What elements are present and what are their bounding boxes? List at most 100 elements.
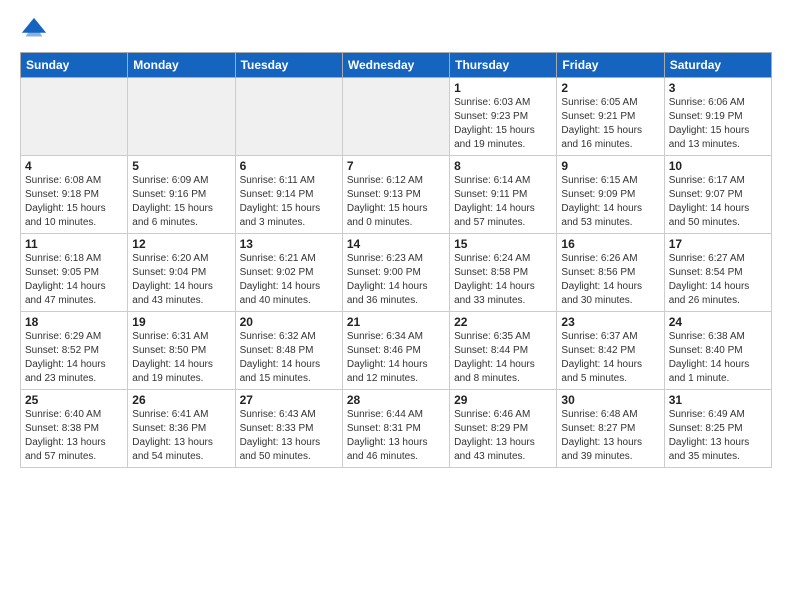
calendar-cell — [235, 78, 342, 156]
day-number: 23 — [561, 315, 659, 329]
day-number: 13 — [240, 237, 338, 251]
day-info: Sunrise: 6:06 AM Sunset: 9:19 PM Dayligh… — [669, 96, 767, 152]
day-number: 15 — [454, 237, 552, 251]
weekday-header-thursday: Thursday — [450, 53, 557, 78]
day-info: Sunrise: 6:37 AM Sunset: 8:42 PM Dayligh… — [561, 330, 659, 386]
calendar-cell: 21Sunrise: 6:34 AM Sunset: 8:46 PM Dayli… — [342, 312, 449, 390]
weekday-header-tuesday: Tuesday — [235, 53, 342, 78]
day-info: Sunrise: 6:23 AM Sunset: 9:00 PM Dayligh… — [347, 252, 445, 308]
day-number: 30 — [561, 393, 659, 407]
calendar-cell: 31Sunrise: 6:49 AM Sunset: 8:25 PM Dayli… — [664, 390, 771, 468]
calendar-cell: 7Sunrise: 6:12 AM Sunset: 9:13 PM Daylig… — [342, 156, 449, 234]
day-info: Sunrise: 6:41 AM Sunset: 8:36 PM Dayligh… — [132, 408, 230, 464]
week-row-4: 18Sunrise: 6:29 AM Sunset: 8:52 PM Dayli… — [21, 312, 772, 390]
calendar-cell: 16Sunrise: 6:26 AM Sunset: 8:56 PM Dayli… — [557, 234, 664, 312]
day-number: 16 — [561, 237, 659, 251]
calendar-cell: 4Sunrise: 6:08 AM Sunset: 9:18 PM Daylig… — [21, 156, 128, 234]
day-number: 12 — [132, 237, 230, 251]
day-info: Sunrise: 6:14 AM Sunset: 9:11 PM Dayligh… — [454, 174, 552, 230]
day-number: 19 — [132, 315, 230, 329]
day-info: Sunrise: 6:46 AM Sunset: 8:29 PM Dayligh… — [454, 408, 552, 464]
day-info: Sunrise: 6:24 AM Sunset: 8:58 PM Dayligh… — [454, 252, 552, 308]
weekday-header-friday: Friday — [557, 53, 664, 78]
calendar-cell: 25Sunrise: 6:40 AM Sunset: 8:38 PM Dayli… — [21, 390, 128, 468]
logo-area — [20, 16, 50, 44]
calendar-cell: 10Sunrise: 6:17 AM Sunset: 9:07 PM Dayli… — [664, 156, 771, 234]
day-info: Sunrise: 6:40 AM Sunset: 8:38 PM Dayligh… — [25, 408, 123, 464]
calendar-cell: 9Sunrise: 6:15 AM Sunset: 9:09 PM Daylig… — [557, 156, 664, 234]
day-info: Sunrise: 6:35 AM Sunset: 8:44 PM Dayligh… — [454, 330, 552, 386]
calendar-cell: 22Sunrise: 6:35 AM Sunset: 8:44 PM Dayli… — [450, 312, 557, 390]
day-number: 20 — [240, 315, 338, 329]
weekday-header-sunday: Sunday — [21, 53, 128, 78]
calendar-cell: 1Sunrise: 6:03 AM Sunset: 9:23 PM Daylig… — [450, 78, 557, 156]
calendar-cell: 26Sunrise: 6:41 AM Sunset: 8:36 PM Dayli… — [128, 390, 235, 468]
week-row-1: 1Sunrise: 6:03 AM Sunset: 9:23 PM Daylig… — [21, 78, 772, 156]
day-info: Sunrise: 6:38 AM Sunset: 8:40 PM Dayligh… — [669, 330, 767, 386]
calendar-cell — [342, 78, 449, 156]
day-number: 10 — [669, 159, 767, 173]
calendar-table: SundayMondayTuesdayWednesdayThursdayFrid… — [20, 52, 772, 468]
day-number: 11 — [25, 237, 123, 251]
calendar-cell — [21, 78, 128, 156]
day-info: Sunrise: 6:17 AM Sunset: 9:07 PM Dayligh… — [669, 174, 767, 230]
logo-icon — [20, 16, 48, 44]
calendar-cell: 11Sunrise: 6:18 AM Sunset: 9:05 PM Dayli… — [21, 234, 128, 312]
day-number: 26 — [132, 393, 230, 407]
day-info: Sunrise: 6:29 AM Sunset: 8:52 PM Dayligh… — [25, 330, 123, 386]
weekday-header-saturday: Saturday — [664, 53, 771, 78]
weekday-header-wednesday: Wednesday — [342, 53, 449, 78]
day-number: 7 — [347, 159, 445, 173]
day-info: Sunrise: 6:27 AM Sunset: 8:54 PM Dayligh… — [669, 252, 767, 308]
day-number: 3 — [669, 81, 767, 95]
day-number: 8 — [454, 159, 552, 173]
day-number: 24 — [669, 315, 767, 329]
day-number: 9 — [561, 159, 659, 173]
day-number: 14 — [347, 237, 445, 251]
day-number: 31 — [669, 393, 767, 407]
calendar-cell: 18Sunrise: 6:29 AM Sunset: 8:52 PM Dayli… — [21, 312, 128, 390]
day-info: Sunrise: 6:49 AM Sunset: 8:25 PM Dayligh… — [669, 408, 767, 464]
day-info: Sunrise: 6:18 AM Sunset: 9:05 PM Dayligh… — [25, 252, 123, 308]
calendar-cell: 23Sunrise: 6:37 AM Sunset: 8:42 PM Dayli… — [557, 312, 664, 390]
calendar-cell: 3Sunrise: 6:06 AM Sunset: 9:19 PM Daylig… — [664, 78, 771, 156]
calendar-cell: 27Sunrise: 6:43 AM Sunset: 8:33 PM Dayli… — [235, 390, 342, 468]
week-row-5: 25Sunrise: 6:40 AM Sunset: 8:38 PM Dayli… — [21, 390, 772, 468]
day-info: Sunrise: 6:21 AM Sunset: 9:02 PM Dayligh… — [240, 252, 338, 308]
day-number: 4 — [25, 159, 123, 173]
calendar-cell: 2Sunrise: 6:05 AM Sunset: 9:21 PM Daylig… — [557, 78, 664, 156]
day-number: 17 — [669, 237, 767, 251]
calendar-cell: 29Sunrise: 6:46 AM Sunset: 8:29 PM Dayli… — [450, 390, 557, 468]
day-number: 27 — [240, 393, 338, 407]
day-number: 29 — [454, 393, 552, 407]
week-row-2: 4Sunrise: 6:08 AM Sunset: 9:18 PM Daylig… — [21, 156, 772, 234]
day-info: Sunrise: 6:20 AM Sunset: 9:04 PM Dayligh… — [132, 252, 230, 308]
calendar-cell: 28Sunrise: 6:44 AM Sunset: 8:31 PM Dayli… — [342, 390, 449, 468]
day-info: Sunrise: 6:12 AM Sunset: 9:13 PM Dayligh… — [347, 174, 445, 230]
calendar-cell: 6Sunrise: 6:11 AM Sunset: 9:14 PM Daylig… — [235, 156, 342, 234]
day-info: Sunrise: 6:05 AM Sunset: 9:21 PM Dayligh… — [561, 96, 659, 152]
weekday-header-monday: Monday — [128, 53, 235, 78]
header — [20, 16, 772, 44]
calendar-cell: 30Sunrise: 6:48 AM Sunset: 8:27 PM Dayli… — [557, 390, 664, 468]
calendar-cell: 5Sunrise: 6:09 AM Sunset: 9:16 PM Daylig… — [128, 156, 235, 234]
day-number: 25 — [25, 393, 123, 407]
day-info: Sunrise: 6:48 AM Sunset: 8:27 PM Dayligh… — [561, 408, 659, 464]
day-info: Sunrise: 6:09 AM Sunset: 9:16 PM Dayligh… — [132, 174, 230, 230]
day-number: 1 — [454, 81, 552, 95]
day-number: 18 — [25, 315, 123, 329]
day-info: Sunrise: 6:44 AM Sunset: 8:31 PM Dayligh… — [347, 408, 445, 464]
day-info: Sunrise: 6:15 AM Sunset: 9:09 PM Dayligh… — [561, 174, 659, 230]
day-info: Sunrise: 6:31 AM Sunset: 8:50 PM Dayligh… — [132, 330, 230, 386]
calendar-cell: 17Sunrise: 6:27 AM Sunset: 8:54 PM Dayli… — [664, 234, 771, 312]
calendar-cell: 24Sunrise: 6:38 AM Sunset: 8:40 PM Dayli… — [664, 312, 771, 390]
week-row-3: 11Sunrise: 6:18 AM Sunset: 9:05 PM Dayli… — [21, 234, 772, 312]
day-info: Sunrise: 6:34 AM Sunset: 8:46 PM Dayligh… — [347, 330, 445, 386]
calendar-cell: 19Sunrise: 6:31 AM Sunset: 8:50 PM Dayli… — [128, 312, 235, 390]
calendar-cell: 12Sunrise: 6:20 AM Sunset: 9:04 PM Dayli… — [128, 234, 235, 312]
day-number: 22 — [454, 315, 552, 329]
calendar-cell: 14Sunrise: 6:23 AM Sunset: 9:00 PM Dayli… — [342, 234, 449, 312]
calendar-cell: 13Sunrise: 6:21 AM Sunset: 9:02 PM Dayli… — [235, 234, 342, 312]
day-info: Sunrise: 6:03 AM Sunset: 9:23 PM Dayligh… — [454, 96, 552, 152]
day-number: 5 — [132, 159, 230, 173]
